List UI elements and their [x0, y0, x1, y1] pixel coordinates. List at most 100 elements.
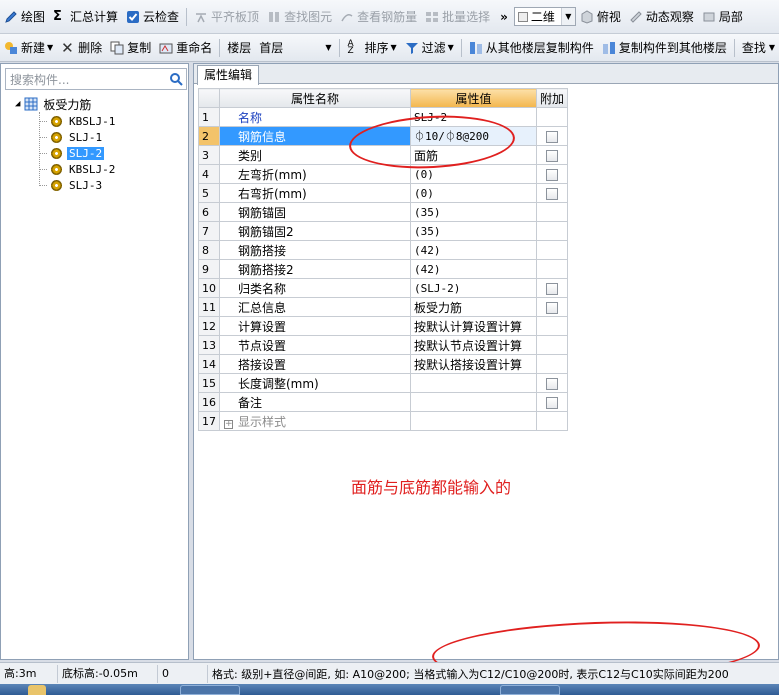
property-row[interactable]: 8 钢筋搭接 (42)	[198, 240, 569, 260]
extra-checkbox[interactable]	[546, 301, 558, 314]
align-slab-top-label: 平齐板顶	[211, 10, 260, 24]
status-zero: 0	[158, 664, 208, 683]
property-value-cell[interactable]	[410, 411, 537, 431]
property-row[interactable]: 5 右弯折(mm) (0)	[198, 183, 569, 203]
component-tree-panel: 搜索构件... ◢ 板受力筋 KBSLJ-1 SLJ-1 SLJ-2 KBSLJ…	[0, 63, 189, 660]
view-rebar-label: 查看钢筋量	[357, 10, 418, 24]
taskbar-app-icon[interactable]	[180, 685, 240, 695]
tree-item[interactable]: SLJ-1	[51, 129, 104, 145]
extra-cell	[535, 164, 569, 184]
property-value-cell[interactable]: (42)	[410, 240, 537, 260]
toolbar-overflow[interactable]: »	[494, 6, 514, 28]
delete-button[interactable]: ✕ 删除	[57, 37, 106, 59]
property-row[interactable]: 9 钢筋搭接2 (42)	[198, 259, 569, 279]
property-value-cell[interactable]	[410, 373, 537, 393]
property-value-cell[interactable]: 板受力筋	[410, 297, 537, 317]
floor-value: 首层	[259, 41, 284, 55]
property-name-cell: 节点设置	[219, 335, 411, 355]
extra-checkbox[interactable]	[546, 377, 558, 390]
property-row[interactable]: 4 左弯折(mm) (0)	[198, 164, 569, 184]
property-value-cell[interactable]: (35)	[410, 221, 537, 241]
rebar-item-icon	[51, 131, 62, 143]
property-name: 搭接设置	[238, 357, 287, 372]
property-row[interactable]: 16 备注	[198, 392, 569, 412]
property-row[interactable]: 12 计算设置 按默认计算设置计算	[198, 316, 569, 336]
rename-button[interactable]: 重命名	[155, 37, 216, 59]
property-value-cell[interactable]: (35)	[410, 202, 537, 222]
tree-item-label: SLJ-3	[69, 178, 103, 192]
tab-property-edit[interactable]: 属性编辑	[197, 65, 260, 85]
property-name-cell: 右弯折(mm)	[219, 183, 411, 203]
view-rebar-button[interactable]: 查看钢筋量	[336, 6, 421, 28]
tree-item[interactable]: SLJ-3	[51, 177, 104, 193]
tree-line	[39, 169, 47, 170]
find-element-button[interactable]: 查找图元	[263, 6, 336, 28]
extra-checkbox[interactable]	[546, 282, 558, 295]
taskbar-app-icon[interactable]	[500, 685, 560, 695]
property-value-cell[interactable]: 按默认搭接设置计算	[410, 354, 537, 374]
tree-item-selected[interactable]: SLJ-2	[51, 145, 105, 161]
property-name-cell: + 显示样式	[219, 411, 411, 431]
property-name-cell: 左弯折(mm)	[219, 164, 411, 184]
tree-item[interactable]: KBSLJ-1	[51, 113, 117, 129]
extra-checkbox[interactable]	[546, 149, 558, 162]
property-value-cell[interactable]: (0)	[410, 183, 537, 203]
search-input[interactable]: 搜索构件...	[6, 71, 166, 88]
draw-button[interactable]: 绘图	[0, 6, 49, 28]
find-button[interactable]: 查找 ▼	[738, 37, 779, 59]
summary-calc-button[interactable]: Σ 汇总计算	[49, 6, 122, 28]
property-name: 长度调整(mm)	[238, 376, 319, 391]
batch-select-button[interactable]: 批量选择	[421, 6, 494, 28]
cloud-check-button[interactable]: 云检查	[122, 6, 183, 28]
rename-label: 重命名	[176, 41, 213, 55]
property-value-cell[interactable]: (SLJ-2)	[410, 278, 537, 298]
copy-button[interactable]: 复制	[106, 37, 155, 59]
extra-checkbox[interactable]	[546, 168, 558, 181]
property-row[interactable]: 11 汇总信息 板受力筋	[198, 297, 569, 317]
top-view-button[interactable]: 俯视	[576, 6, 625, 28]
align-slab-top-button[interactable]: 平齐板顶	[190, 6, 263, 28]
floor-select[interactable]: 首层 ▼	[255, 38, 336, 57]
pencil-icon	[4, 10, 18, 24]
copy-from-floor-button[interactable]: 从其他楼层复制构件	[465, 37, 598, 59]
copy-from-floor-icon	[469, 41, 483, 55]
property-row[interactable]: 10 归类名称 (SLJ-2)	[198, 278, 569, 298]
sort-button[interactable]: AZ 排序 ▼	[343, 37, 400, 59]
property-value-cell[interactable]: 按默认节点设置计算	[410, 335, 537, 355]
view-mode-select[interactable]: 二维 ▼	[513, 7, 576, 26]
extra-cell	[535, 411, 569, 431]
extra-checkbox[interactable]	[546, 187, 558, 200]
property-row[interactable]: 15 长度调整(mm)	[198, 373, 569, 393]
folder-icon[interactable]	[28, 685, 46, 695]
property-row[interactable]: 13 节点设置 按默认节点设置计算	[198, 335, 569, 355]
copy-label: 复制	[127, 41, 152, 55]
property-row[interactable]: 6 钢筋锚固 (35)	[198, 202, 569, 222]
property-value-cell[interactable]	[410, 392, 537, 412]
expand-icon[interactable]: +	[224, 419, 233, 429]
property-row[interactable]: 7 钢筋锚固2 (35)	[198, 221, 569, 241]
extra-checkbox[interactable]	[546, 396, 558, 409]
extra-checkbox[interactable]	[546, 130, 558, 143]
search-icon[interactable]	[166, 69, 186, 89]
copy-to-floor-button[interactable]: 复制构件到其他楼层	[598, 37, 731, 59]
tree-item[interactable]: KBSLJ-2	[51, 161, 117, 177]
copy-to-floor-icon	[602, 41, 616, 55]
property-row[interactable]: 14 搭接设置 按默认搭接设置计算	[198, 354, 569, 374]
column-header[interactable]: 属性值	[410, 88, 537, 108]
column-header[interactable]: 附加	[535, 88, 569, 108]
property-value-cell[interactable]: 按默认计算设置计算	[410, 316, 537, 336]
property-row[interactable]: 17 + 显示样式	[198, 411, 569, 431]
search-box[interactable]: 搜索构件...	[5, 68, 187, 90]
new-button[interactable]: 新建 ▼	[0, 37, 57, 59]
orbit-button[interactable]: 动态观察	[625, 6, 698, 28]
filter-button[interactable]: 过滤 ▼	[401, 37, 458, 59]
local-view-button[interactable]: 局部	[698, 6, 747, 28]
collapse-toggle-icon[interactable]: ◢	[15, 99, 20, 109]
tree-item-label: KBSLJ-1	[69, 114, 116, 128]
top-view-label: 俯视	[596, 10, 621, 24]
property-value-cell[interactable]: (42)	[410, 259, 537, 279]
tree-root[interactable]: ◢ 板受力筋	[15, 96, 93, 112]
delete-label: 删除	[78, 41, 103, 55]
toolbar-divider	[733, 38, 735, 57]
column-header[interactable]: 属性名称	[219, 88, 411, 108]
